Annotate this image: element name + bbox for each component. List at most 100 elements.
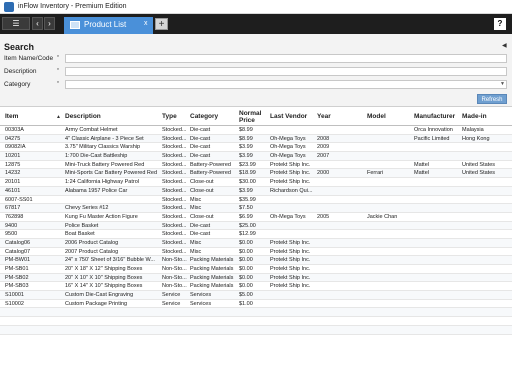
table-row[interactable]: 9500 Boat Basket Stocked... Die-cast $12.99: [0, 230, 512, 239]
table-row[interactable]: PM-SB01 20" X 18" X 12" Shipping Boxes Non…: [0, 265, 512, 274]
cell-year: 2008: [317, 135, 330, 142]
table-row[interactable]: 762898 Kung Fu Master Action Figure Stocke…: [0, 213, 512, 222]
cell-model: [366, 265, 411, 273]
category-select[interactable]: ▼: [65, 80, 507, 89]
cell-year: [316, 187, 364, 195]
cell-item: 09082IA: [5, 144, 26, 151]
help-button[interactable]: ?: [494, 18, 506, 30]
cell-description: Chevy Series #12: [65, 205, 109, 212]
cell-description: [64, 317, 159, 325]
column-header-model[interactable]: Model: [366, 107, 410, 126]
table-row[interactable]: 10201 1:700 Die-Cast Battleship Stocked...…: [0, 152, 512, 161]
item-name-input[interactable]: [65, 54, 507, 63]
cell-manufacturer: [413, 300, 459, 308]
cell-vendor: Oh-Mega Toys: [270, 213, 306, 220]
description-input[interactable]: [65, 67, 507, 76]
main-menu-button[interactable]: ☰: [2, 17, 30, 30]
cell-type: Stocked...: [162, 231, 187, 238]
grid-header: Item ▲ Description Type Category Normal …: [0, 107, 512, 126]
column-header-category[interactable]: Category: [189, 107, 235, 126]
table-row[interactable]: [0, 308, 512, 318]
column-header-manufacturer[interactable]: Manufacturer: [413, 107, 458, 126]
cell-category: [189, 326, 237, 334]
cell-made-in: Hong Kong: [462, 135, 490, 142]
cell-vendor: Protekt Ship Inc.: [270, 248, 311, 255]
cell-description: Alabama 1957 Police Car: [65, 187, 128, 194]
cell-item: [4, 317, 61, 325]
table-row[interactable]: 09082IA 3.75" Military Classics Warship St…: [0, 143, 512, 153]
cell-item: 9500: [5, 231, 18, 238]
cell-item: 00303A: [5, 127, 24, 133]
table-row[interactable]: 14232 Mini-Sports Car Battery Powered Red…: [0, 169, 512, 179]
close-tab-icon[interactable]: x: [144, 20, 151, 27]
cell-price: $0.00: [239, 283, 253, 290]
table-row[interactable]: Catalog07 2007 Product Catalog Stocked... M…: [0, 248, 512, 257]
table-row[interactable]: 20101 1:24 California Highway Patrol Stock…: [0, 178, 512, 187]
cell-manufacturer: [413, 222, 459, 230]
cell-vendor: Oh-Mega Toys: [270, 135, 306, 142]
cell-model: [366, 126, 411, 134]
column-header-last-vendor[interactable]: Last Vendor: [269, 107, 313, 126]
table-row[interactable]: S10002 Custom Package Printing Service Serv…: [0, 300, 512, 309]
cell-model: [366, 204, 411, 212]
cell-model: [366, 308, 411, 316]
cell-item: 20101: [5, 179, 21, 186]
cell-model: [366, 300, 411, 308]
cell-model: [366, 291, 411, 299]
table-row[interactable]: [0, 317, 512, 326]
table-row[interactable]: 04275 4" Classic Airplane - 3 Piece Set St…: [0, 134, 512, 144]
cell-model: [366, 239, 411, 247]
cell-vendor: Protekt Ship Inc.: [270, 283, 311, 290]
cell-model: [366, 256, 411, 264]
cell-item: [4, 308, 61, 316]
cell-price: $7.50: [239, 205, 253, 212]
column-header-normal-price[interactable]: Normal Price: [238, 107, 266, 126]
cell-item: 6007-SS01: [5, 196, 33, 203]
cell-manufacturer: Mattel: [414, 170, 429, 177]
cell-description: 3.75" Military Classics Warship: [65, 144, 141, 151]
add-tab-button[interactable]: +: [155, 18, 168, 30]
table-row[interactable]: 6007-SS01 Stocked... Misc $35.99: [0, 196, 512, 205]
table-row[interactable]: 00303A Army Combat Helmet Stocked... Die-ca…: [0, 126, 512, 135]
table-row[interactable]: [0, 325, 512, 335]
cell-description: Custom Die-Cast Engraving: [65, 292, 134, 299]
table-row[interactable]: S10001 Custom Die-Cast Engraving Service Se…: [0, 291, 512, 300]
column-header-description[interactable]: Description: [64, 107, 158, 126]
table-row[interactable]: 46101 Alabama 1957 Police Car Stocked... Cl…: [0, 186, 512, 196]
cell-vendor: [269, 196, 315, 204]
collapse-panel-icon[interactable]: ◀: [502, 42, 507, 49]
table-row[interactable]: PM-SB02 20" X 10" X 10" Shipping Boxes Non…: [0, 273, 512, 283]
forward-button[interactable]: ›: [44, 17, 55, 30]
cell-type: Non-Sto...: [162, 266, 187, 272]
table-row[interactable]: 12875 Mini-Truck Battery Powered Red Stock…: [0, 161, 512, 170]
cell-item: Catalog06: [5, 239, 31, 246]
cell-manufacturer: [413, 196, 459, 204]
cell-category: Die-cast: [190, 127, 211, 133]
cell-model: [366, 187, 411, 195]
table-row[interactable]: PM-BW01 24" x 750' Sheet of 3/16" Bubble …: [0, 256, 512, 265]
tab-product-list[interactable]: Product List x: [64, 17, 153, 34]
back-button[interactable]: ‹: [32, 17, 43, 30]
cell-manufacturer: [413, 239, 459, 247]
cell-description: Custom Package Printing: [65, 300, 128, 307]
cell-year: [316, 178, 364, 186]
cell-price: $0.00: [239, 239, 253, 246]
table-row[interactable]: PM-SB03 16" X 14" X 10" Shipping Boxes Non…: [0, 282, 512, 292]
cell-type: Non-Sto...: [162, 274, 187, 281]
cell-description: Boat Basket: [65, 231, 95, 238]
column-header-made-in[interactable]: Made-in: [461, 107, 509, 126]
column-header-year[interactable]: Year: [316, 107, 362, 126]
cell-item: PM-BW01: [5, 257, 31, 264]
cell-type: Stocked...: [162, 144, 187, 151]
table-row[interactable]: 9400 Police Basket Stocked... Die-cast $25.0…: [0, 221, 512, 231]
cell-description: 1:700 Die-Cast Battleship: [65, 153, 128, 160]
table-row[interactable]: 67817 Chevy Series #12 Stocked... Misc $7.50: [0, 204, 512, 213]
cell-vendor: [269, 300, 315, 308]
refresh-button[interactable]: Refresh: [477, 94, 507, 104]
column-header-type[interactable]: Type: [161, 107, 187, 126]
table-row[interactable]: Catalog06 2006 Product Catalog Stocked... M…: [0, 238, 512, 248]
title-bar: inFlow Inventory - Premium Edition: [0, 0, 512, 14]
cell-made-in: [461, 196, 510, 204]
cell-category: Misc: [190, 205, 202, 212]
column-header-item[interactable]: Item: [4, 107, 59, 126]
